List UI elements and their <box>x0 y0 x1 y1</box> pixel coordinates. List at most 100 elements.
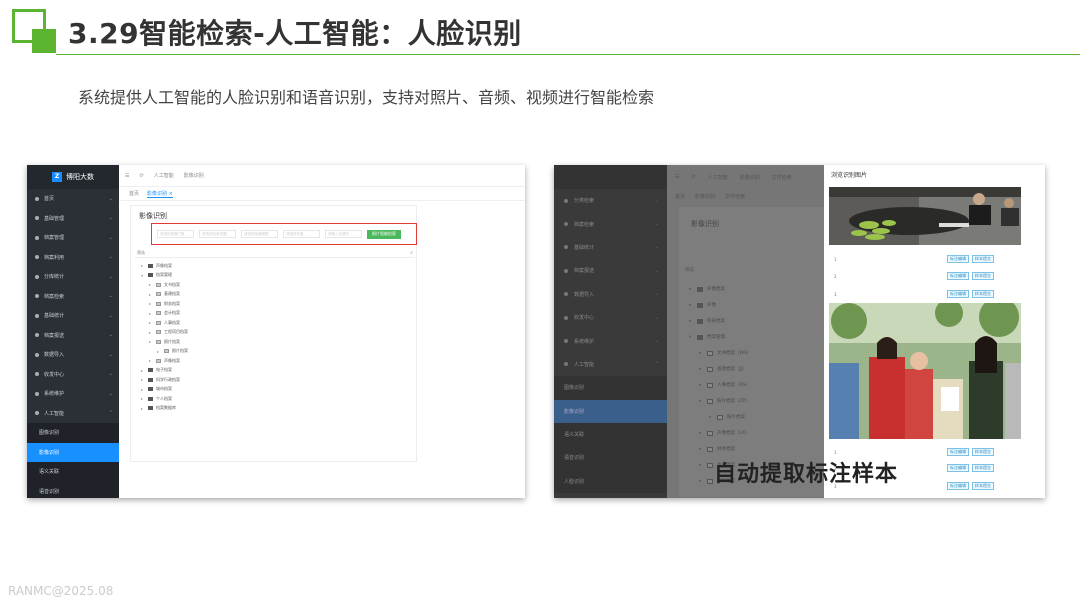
sidebar-item[interactable]: 语义关联 <box>27 462 119 482</box>
topbar-item[interactable]: ⟳ <box>691 174 695 180</box>
caret-right-icon[interactable]: ▸ <box>141 396 148 401</box>
sidebar-item[interactable]: 数据导入 ⌄ <box>554 283 667 306</box>
annotate-edit-button[interactable]: 标注编辑 <box>947 255 969 263</box>
submit-sample-button[interactable]: 样本提交 <box>972 464 994 472</box>
caret-right-icon[interactable]: ▸ <box>699 431 707 436</box>
search-field[interactable]: 请选择保管期限 <box>241 230 278 238</box>
annotate-edit-button[interactable]: 标注编辑 <box>947 464 969 472</box>
tree-node[interactable]: ▸ 基建档案（JJ） <box>685 361 835 377</box>
caret-down-icon[interactable]: ▾ <box>141 273 148 278</box>
sidebar-item[interactable]: 语音识别 <box>27 481 119 498</box>
sidebar-item[interactable]: 数据导入 ⌄ <box>27 345 119 365</box>
tree-node[interactable]: ▸ 会计档案 <box>135 309 415 319</box>
tree-node[interactable]: ▾ 档案管理 <box>135 271 415 281</box>
tree-node[interactable]: ▸ 档案数据库 <box>135 404 415 414</box>
topbar-item[interactable]: ☰ <box>125 173 129 179</box>
tree-node[interactable]: ▸ 声像档案 <box>135 261 415 271</box>
caret-right-icon[interactable]: ▸ <box>689 303 697 308</box>
tree-node[interactable]: ▸ 科学行政档案 <box>135 375 415 385</box>
tree-node[interactable]: ▸ 声像档案（LX） <box>685 425 835 441</box>
tree-node[interactable]: ▸ 财务档案 <box>135 299 415 309</box>
sidebar-item[interactable]: 分库统计 ⌄ <box>27 267 119 287</box>
tab[interactable]: 首页 <box>129 190 139 197</box>
tab[interactable]: 影像识别 × <box>147 190 173 198</box>
caret-right-icon[interactable]: ▸ <box>141 377 148 382</box>
submit-sample-button[interactable]: 样本提交 <box>972 290 994 298</box>
caret-right-icon[interactable]: ▸ <box>149 311 156 316</box>
topbar-item[interactable]: ☰ <box>675 174 679 180</box>
sidebar-item[interactable]: 系统维护 ⌄ <box>27 384 119 404</box>
caret-right-icon[interactable]: ▸ <box>149 339 156 344</box>
tree-node[interactable]: ▾ 档案管理 <box>685 329 835 345</box>
sidebar-item[interactable]: 基础管理 ⌄ <box>27 209 119 229</box>
submit-sample-button[interactable]: 样本提交 <box>972 482 994 490</box>
tree-node[interactable]: ▸ 人事档案（RS） <box>685 377 835 393</box>
filter-row[interactable]: 筛选 ⌕ <box>135 250 415 258</box>
sidebar-item[interactable]: 系统维护 ⌄ <box>554 329 667 352</box>
sidebar-item[interactable]: 图像识别 <box>554 376 667 400</box>
annotate-edit-button[interactable]: 标注编辑 <box>947 290 969 298</box>
sidebar-item[interactable]: 人脸识别 <box>554 469 667 494</box>
sidebar-item[interactable]: 语音识别 <box>554 446 667 470</box>
caret-down-icon[interactable]: ▾ <box>689 335 697 340</box>
caret-right-icon[interactable]: ▸ <box>699 383 707 388</box>
tree-node[interactable]: ▸ 电子档案 <box>135 366 415 376</box>
topbar-item[interactable]: 影像识别 <box>184 172 204 179</box>
caret-right-icon[interactable]: ▸ <box>141 406 148 411</box>
caret-right-icon[interactable]: ▸ <box>141 368 148 373</box>
search-field[interactable]: 请选择检索范围 <box>199 230 236 238</box>
annotate-edit-button[interactable]: 标注编辑 <box>947 272 969 280</box>
sidebar-item[interactable]: 档案检索 ⌄ <box>27 287 119 307</box>
sidebar-item[interactable]: 分类检索 ⌄ <box>554 189 667 212</box>
photo-search-button[interactable]: 照片智能检索 <box>367 229 401 239</box>
filter-label[interactable]: 筛选 <box>685 267 694 273</box>
tree-node[interactable]: ▸ 声像 <box>685 297 835 313</box>
topbar-item[interactable]: 文件检索 <box>772 174 792 181</box>
tree-node[interactable]: ▸ 文书档案 <box>135 280 415 290</box>
submit-sample-button[interactable]: 样本提交 <box>972 272 994 280</box>
tab[interactable]: 文件检索 <box>725 193 745 200</box>
sidebar-item[interactable]: 收发中心 ⌄ <box>27 365 119 385</box>
tree-node[interactable]: ▸ 声像档案 <box>135 356 415 366</box>
search-field[interactable]: 请输入关键字 <box>325 230 362 238</box>
search-field[interactable]: 请选择档案门类 <box>157 230 194 238</box>
tree-node[interactable]: ▸ 科技档案 <box>685 313 835 329</box>
sidebar-item[interactable]: 收发中心 ⌄ <box>554 306 667 329</box>
sidebar-item[interactable]: 人工智能 ⌃ <box>554 353 667 376</box>
caret-right-icon[interactable]: ▸ <box>689 287 697 292</box>
annotate-edit-button[interactable]: 标注编辑 <box>947 448 969 456</box>
caret-right-icon[interactable]: ▸ <box>149 358 156 363</box>
caret-right-icon[interactable]: ▸ <box>149 301 156 306</box>
sidebar-item[interactable]: 影像识别 <box>27 442 119 462</box>
submit-sample-button[interactable]: 样本提交 <box>972 448 994 456</box>
caret-right-icon[interactable]: ▸ <box>699 399 707 404</box>
sidebar-item[interactable]: 首页 ⌄ <box>27 189 119 209</box>
tree-node[interactable]: ▸ 财务档案 <box>685 441 835 457</box>
tree-node[interactable]: ▸ 声像档案 <box>685 281 835 297</box>
tab[interactable]: 影像识别 <box>695 193 715 200</box>
annotate-edit-button[interactable]: 标注编辑 <box>947 482 969 490</box>
tree-node[interactable]: ▸ 基建档案 <box>135 290 415 300</box>
sidebar-item[interactable]: 档案管理 ⌄ <box>27 228 119 248</box>
sidebar-item[interactable]: 语义关联 <box>554 422 667 447</box>
caret-right-icon[interactable]: ▸ <box>709 415 717 420</box>
caret-right-icon[interactable]: ▸ <box>149 282 156 287</box>
sidebar-item[interactable]: 档案报送 ⌄ <box>554 259 667 282</box>
tree-node[interactable]: ▸ 文书档案（WS） <box>685 345 835 361</box>
caret-right-icon[interactable]: ▸ <box>699 367 707 372</box>
tree-node[interactable]: ▸ 个人档案 <box>135 394 415 404</box>
tree-node[interactable]: ▸ 人事档案 <box>135 318 415 328</box>
caret-right-icon[interactable]: ▸ <box>149 320 156 325</box>
tree-node[interactable]: ▸ 城市档案 <box>135 385 415 395</box>
caret-right-icon[interactable]: ▸ <box>141 387 148 392</box>
tree-node[interactable]: ▸ 照片档案（ZP） <box>685 393 835 409</box>
sidebar-item[interactable]: 人工智能 ⌃ <box>27 404 119 424</box>
topbar-item[interactable]: ⟳ <box>139 173 143 179</box>
caret-right-icon[interactable]: ▸ <box>699 463 707 468</box>
caret-right-icon[interactable]: ▸ <box>699 479 707 484</box>
tree-node[interactable]: ▸ 照片档案 <box>135 347 415 357</box>
tab[interactable]: 首页 <box>675 193 685 200</box>
search-field[interactable]: 请选择年度 <box>283 230 320 238</box>
search-icon[interactable]: ⌕ <box>410 250 413 256</box>
sidebar-item[interactable]: 档案报送 ⌄ <box>27 326 119 346</box>
